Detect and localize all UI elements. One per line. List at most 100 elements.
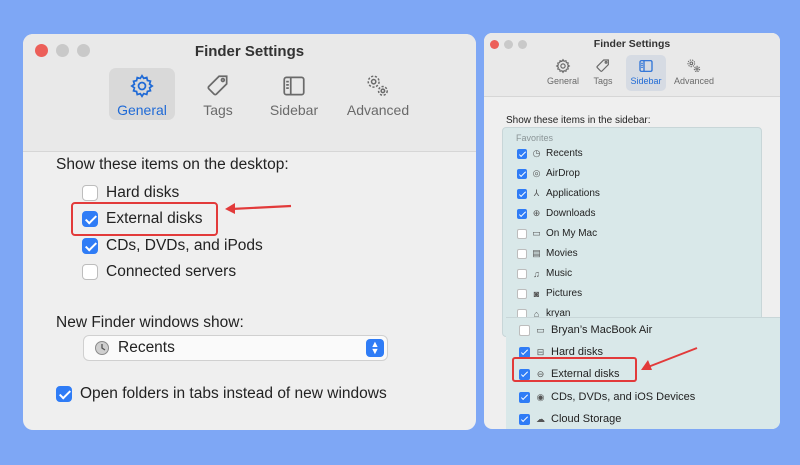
arrow-annotation: [641, 347, 698, 370]
applications-icon: ⅄: [533, 188, 540, 198]
item-label: Movies: [546, 248, 578, 259]
list-item[interactable]: ▭ On My Mac: [517, 228, 597, 239]
tag-icon: [596, 59, 609, 72]
gear-icon: [130, 74, 154, 98]
desktop-heading: Show these items on the desktop:: [56, 156, 289, 173]
sidebar-icon: [283, 76, 305, 96]
on-my-mac-checkbox[interactable]: [517, 228, 527, 239]
hard-disks-checkbox[interactable]: [519, 346, 530, 358]
music-icon: ♫: [533, 268, 540, 279]
item-label: Recents: [546, 148, 583, 159]
tab-advanced[interactable]: Advanced: [337, 68, 419, 120]
airdrop-checkbox[interactable]: [517, 168, 527, 179]
cds-dvds-ipods-checkbox[interactable]: [82, 238, 98, 254]
window-title: Finder Settings: [194, 43, 305, 60]
hard-disks-option[interactable]: Hard disks: [82, 184, 179, 202]
highlight-box: [71, 202, 218, 236]
list-item[interactable]: ⊕ Downloads: [517, 208, 595, 219]
tab-sidebar[interactable]: Sidebar: [261, 68, 327, 120]
pictures-checkbox[interactable]: [517, 288, 527, 299]
sidebar-icon: [639, 60, 653, 72]
tab-label: Sidebar: [630, 76, 662, 86]
sidebar-heading: Show these items in the sidebar:: [506, 115, 651, 126]
connected-servers-checkbox[interactable]: [82, 264, 98, 280]
item-label: On My Mac: [546, 228, 598, 239]
movies-checkbox[interactable]: [517, 248, 527, 259]
list-item[interactable]: ☁ Cloud Storage: [519, 413, 621, 425]
tab-sidebar[interactable]: Sidebar: [626, 55, 666, 91]
toolbar-area: Finder Settings General Tags Sidebar Adv…: [23, 34, 476, 152]
favorites-heading: Favorites: [516, 133, 554, 143]
tab-label: General: [117, 102, 167, 118]
tab-tags[interactable]: Tags: [586, 55, 620, 91]
gear-icon: [555, 58, 571, 74]
item-label: Cloud Storage: [551, 413, 622, 425]
select-value: Recents: [118, 339, 175, 356]
finder-settings-window-general: Finder Settings General Tags Sidebar Adv…: [23, 34, 476, 430]
settings-tabs: General Tags Sidebar Advanced: [546, 55, 716, 91]
tab-advanced[interactable]: Advanced: [672, 55, 716, 91]
cloud-storage-checkbox[interactable]: [519, 413, 530, 425]
option-label: Hard disks: [106, 184, 180, 201]
new-window-select[interactable]: Recents ▲ ▼: [83, 335, 388, 361]
item-label: Pictures: [546, 288, 583, 299]
download-icon: ⊕: [532, 208, 541, 218]
tab-label: Sidebar: [269, 102, 319, 118]
tab-label: Advanced: [673, 76, 715, 86]
open-in-tabs-checkbox[interactable]: [56, 386, 72, 402]
list-item[interactable]: ▭ Bryan’s MacBook Air: [519, 324, 652, 336]
recents-checkbox[interactable]: [517, 148, 527, 159]
item-label: Downloads: [546, 208, 596, 219]
list-item[interactable]: ◎ AirDrop: [517, 168, 580, 179]
item-label: AirDrop: [546, 168, 580, 179]
list-item[interactable]: ◉ CDs, DVDs, and iOS Devices: [519, 391, 695, 403]
gears-icon: [687, 59, 701, 73]
item-label: Bryan’s MacBook Air: [551, 324, 653, 336]
highlight-box: [512, 357, 637, 382]
cloud-icon: ☁: [536, 413, 545, 424]
list-item[interactable]: ◷ Recents: [517, 148, 583, 159]
tab-label: Advanced: [346, 102, 410, 118]
disk-icon: ⊟: [536, 346, 545, 357]
finder-settings-window-sidebar: Finder Settings General Tags Sidebar Adv…: [484, 33, 780, 429]
downloads-checkbox[interactable]: [517, 208, 527, 219]
item-label: Applications: [546, 188, 600, 199]
tab-label: Tags: [203, 102, 233, 118]
tab-tags[interactable]: Tags: [185, 68, 251, 120]
favorites-list: Favorites ◷ Recents ◎ AirDrop ⅄ Applicat…: [502, 127, 762, 337]
applications-checkbox[interactable]: [517, 188, 527, 199]
tab-label: Tags: [593, 76, 613, 86]
clock-icon: ◷: [532, 148, 541, 158]
folder-icon: ▭: [532, 228, 541, 238]
option-label: CDs, DVDs, and iPods: [106, 237, 263, 254]
gears-icon: [367, 75, 388, 96]
hard-disks-checkbox[interactable]: [82, 185, 98, 201]
tab-general[interactable]: General: [546, 55, 580, 91]
open-in-tabs-option[interactable]: Open folders in tabs instead of new wind…: [56, 385, 387, 403]
cds-dvds-ios-checkbox[interactable]: [519, 391, 530, 403]
camera-icon: ◙: [533, 288, 540, 299]
option-label: Open folders in tabs instead of new wind…: [80, 385, 387, 402]
item-label: Music: [546, 268, 573, 279]
toolbar-area: Finder Settings General Tags Sidebar Adv…: [484, 33, 780, 97]
new-window-heading: New Finder windows show:: [56, 314, 244, 331]
chevron-updown-icon: ▲ ▼: [366, 339, 384, 357]
laptop-icon: ▭: [536, 324, 545, 335]
window-title: Finder Settings: [593, 38, 671, 50]
macbook-checkbox[interactable]: [519, 324, 530, 336]
list-item[interactable]: ⅄ Applications: [517, 188, 600, 199]
tab-label: General: [546, 76, 580, 86]
clock-icon: [95, 341, 109, 355]
tag-icon: [207, 75, 228, 96]
tab-general[interactable]: General: [109, 68, 175, 120]
arrow-annotation: [225, 203, 292, 214]
music-checkbox[interactable]: [517, 268, 527, 279]
item-label: CDs, DVDs, and iOS Devices: [551, 391, 696, 403]
disc-icon: ◉: [536, 391, 545, 402]
film-icon: ▤: [532, 248, 541, 258]
list-item[interactable]: ▤ Movies: [517, 248, 578, 259]
cds-dvds-ipods-option[interactable]: CDs, DVDs, and iPods: [82, 237, 263, 255]
connected-servers-option[interactable]: Connected servers: [82, 263, 236, 281]
list-item[interactable]: ◙ Pictures: [517, 288, 582, 299]
list-item[interactable]: ♫ Music: [517, 268, 572, 279]
